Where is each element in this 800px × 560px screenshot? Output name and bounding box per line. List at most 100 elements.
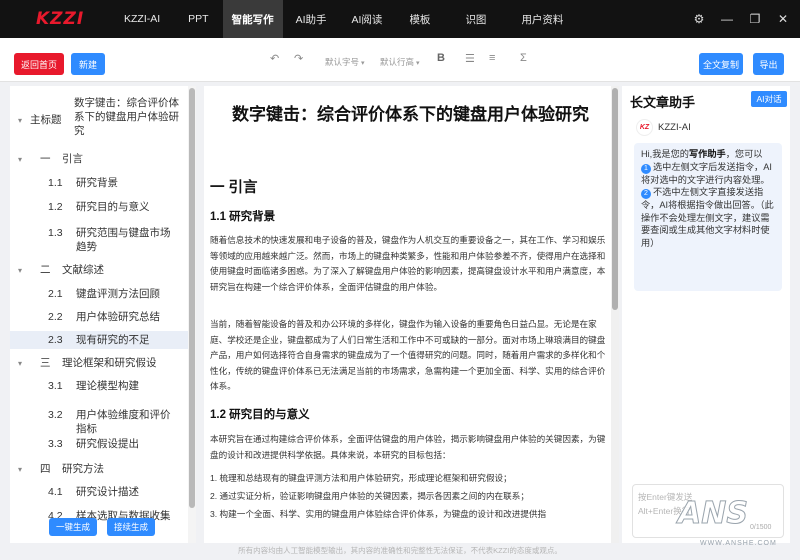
bot-name: KZZI-AI — [658, 122, 691, 133]
assistant-message: Hi,我是您的写作助手，您可以 1 选中左侧文字后发送指令，AI将对选中的文字进行… — [634, 143, 782, 291]
outline-item[interactable]: 1.1 研究背景 — [10, 174, 188, 192]
number-1-icon: 1 — [641, 163, 651, 174]
app-logo[interactable]: KZZI — [0, 0, 110, 38]
bold-button[interactable]: B — [437, 52, 445, 64]
outline-item[interactable]: ▾ 一引言 — [10, 150, 188, 168]
paragraph-3: 本研究旨在通过构建综合评价体系，全面评估键盘的用户体验，揭示影响键盘用户体验的关… — [210, 434, 606, 460]
outline-item-number: 四 — [40, 463, 51, 475]
undo-icon[interactable]: ↶ — [270, 52, 279, 65]
outline-root[interactable]: ▾ 主标题 数字键击：综合评价体系下的键盘用户体验研究 — [10, 96, 188, 144]
sigma-formula-button[interactable]: Σ — [520, 52, 527, 64]
outline-item-text: 文献综述 — [62, 264, 104, 276]
tip-1: 选中左侧文字后发送指令，AI将对选中的文字进行内容处理。 — [641, 161, 772, 185]
copy-all-button[interactable]: 全文复制 — [699, 53, 743, 75]
assistant-title: 长文章助手 — [630, 95, 696, 110]
document-editor[interactable]: 数字键击：综合评价体系下的键盘用户体验研究 一 引言 1.1 研究背景 随着信息… — [204, 86, 617, 543]
outline-item-text: 研究目的与意义 — [76, 201, 150, 213]
outline-item[interactable]: 2.1 键盘评测方法回顾 — [10, 285, 188, 303]
outline-item-number: 2.1 — [48, 288, 63, 300]
outline-item-text: 理论框架和研究假设 — [62, 357, 157, 369]
outline-item[interactable]: 1.3 研究范围与键盘市场趋势 — [10, 224, 188, 256]
outline-item-number: 2.2 — [48, 311, 63, 323]
watermark: ANS WWW.ANSHE.COM — [678, 496, 777, 548]
generate-all-button[interactable]: 一键生成 — [49, 518, 97, 536]
top-nav-bar: KZZI KZZI-AI PPT 智能写作 AI助手 AI阅读 模板 识图 用户资料 ⚙ — … — [0, 0, 800, 38]
outline-item-text: 理论模型构建 — [76, 380, 139, 392]
restore-icon[interactable]: ❐ — [748, 12, 762, 26]
outline-item-number: 3.3 — [48, 438, 63, 450]
minimize-icon[interactable]: — — [720, 12, 734, 26]
outline-item[interactable]: 3.1 理论模型构建 — [10, 377, 188, 395]
outline-item-text: 用户体验维度和评价指标 — [76, 409, 171, 435]
nav-item-7[interactable]: 用户资料 — [506, 0, 578, 38]
document-title: 数字键击：综合评价体系下的键盘用户体验研究 — [232, 105, 589, 124]
heading-purpose: 1.2 研究目的与意义 — [210, 409, 310, 421]
outline-scroll-thumb[interactable] — [189, 88, 195, 508]
outline-item[interactable]: ▾ 四研究方法 — [10, 460, 188, 478]
outline-item-text: 键盘评测方法回顾 — [76, 288, 160, 300]
nav-item-5[interactable]: 模板 — [394, 0, 445, 38]
collapse-icon[interactable]: ▾ — [18, 357, 22, 371]
tip-2: 不选中左侧文字直接发送指令，AI将根据指令做出回答。（此操作不会处理左侧文字，建… — [641, 187, 774, 248]
list-item-3: 3. 构建一个全面、科学、实用的键盘用户体验综合评价体系，为键盘的设计和改进提供… — [210, 509, 547, 519]
paragraph-1: 随着信息技术的快速发展和电子设备的普及，键盘作为人机交互的重要设备之一，其在工作… — [210, 235, 606, 292]
continue-generate-button[interactable]: 接续生成 — [107, 518, 155, 536]
new-button[interactable]: 新建 — [71, 53, 105, 75]
nav-item-3[interactable]: AI助手 — [283, 0, 340, 38]
heading-background: 1.1 研究背景 — [210, 211, 276, 223]
redo-icon[interactable]: ↷ — [294, 52, 303, 65]
outline-item[interactable]: ▾ 三理论框架和研究假设 — [10, 354, 188, 372]
outline-item[interactable]: 1.2 研究目的与意义 — [10, 198, 188, 216]
outline-item[interactable]: 4.2 样本选取与数据收集 — [10, 507, 188, 525]
outline-item-number: 1.1 — [48, 177, 63, 189]
collapse-icon[interactable]: ▾ — [18, 114, 22, 128]
outline-item-number: 1.2 — [48, 201, 63, 213]
nav-item-2[interactable]: 智能写作 — [222, 0, 283, 38]
outline-root-title: 数字键击：综合评价体系下的键盘用户体验研究 — [74, 97, 179, 137]
back-home-button[interactable]: 返回首页 — [14, 53, 64, 75]
collapse-icon[interactable]: ▾ — [18, 153, 22, 167]
assistant-panel: 长文章助手 AI对话 KZ KZZI-AI Hi,我是您的写作助手，您可以 1选… — [622, 86, 790, 543]
document-scroll-thumb[interactable] — [612, 88, 618, 310]
outline-panel: ▾ 主标题 数字键击：综合评价体系下的键盘用户体验研究 ▾ 一引言 1.1 研究背景 1… — [10, 86, 196, 543]
outline-root-label: 主标题 — [30, 114, 62, 126]
outline-item-text: 研究范围与键盘市场趋势 — [76, 227, 171, 253]
outline-item[interactable]: 2.2 用户体验研究总结 — [10, 308, 188, 326]
outline-item-number: 2.3 — [48, 334, 63, 346]
outline-item-number: 二 — [40, 264, 51, 276]
number-2-icon: 2 — [641, 189, 651, 200]
outline-item-number: 3.2 — [48, 409, 63, 421]
nav-item-4[interactable]: AI阅读 — [340, 0, 395, 38]
paragraph-2: 当前，随着智能设备的普及和办公环境的多样化，键盘作为输入设备的重要角色日益凸显。… — [210, 319, 606, 392]
numbered-list-icon[interactable]: ≡ — [489, 52, 495, 64]
outline-item-text: 研究方法 — [62, 463, 104, 475]
outline-item-text: 引言 — [62, 153, 83, 165]
line-height-select[interactable]: 默认行高 ▾ — [380, 56, 420, 68]
bot-avatar: KZ — [636, 119, 653, 136]
collapse-icon[interactable]: ▾ — [18, 264, 22, 278]
outline-item-number: 4.1 — [48, 486, 63, 498]
collapse-icon[interactable]: ▾ — [18, 463, 22, 477]
window-controls: ⚙ — ❐ ✕ — [692, 0, 790, 38]
nav-item-0[interactable]: KZZI-AI — [110, 0, 174, 38]
outline-item[interactable]: 3.2 用户体验维度和评价指标 — [10, 406, 188, 435]
outline-item-text: 现有研究的不足 — [76, 334, 150, 346]
ai-chat-tab[interactable]: AI对话 — [751, 91, 787, 107]
heading-intro: 一 引言 — [210, 180, 258, 196]
nav-item-1[interactable]: PPT — [174, 0, 222, 38]
outline-item-number: 3.1 — [48, 380, 63, 392]
close-icon[interactable]: ✕ — [776, 12, 790, 26]
export-button[interactable]: 导出 — [753, 53, 784, 75]
nav-item-6[interactable]: 识图 — [445, 0, 506, 38]
gear-icon[interactable]: ⚙ — [692, 12, 706, 26]
outline-item-number: 1.3 — [48, 227, 63, 239]
outline-item[interactable]: 3.3 研究假设提出 — [10, 435, 188, 453]
list-item-1: 1. 梳理和总结现有的键盘评测方法和用户体验研究，形成理论框架和研究假设； — [210, 473, 512, 483]
bullet-list-icon[interactable]: ☰ — [465, 52, 475, 65]
outline-item[interactable]: 2.3 现有研究的不足 — [10, 331, 188, 349]
list-item-2: 2. 通过实证分析，验证影响键盘用户体验的关键因素，揭示各因素之间的内在联系； — [210, 491, 529, 501]
font-size-select[interactable]: 默认字号 ▾ — [325, 56, 365, 68]
outline-item-text: 研究设计描述 — [76, 486, 139, 498]
outline-item[interactable]: ▾ 二文献综述 — [10, 261, 188, 279]
outline-item[interactable]: 4.1 研究设计描述 — [10, 483, 188, 501]
